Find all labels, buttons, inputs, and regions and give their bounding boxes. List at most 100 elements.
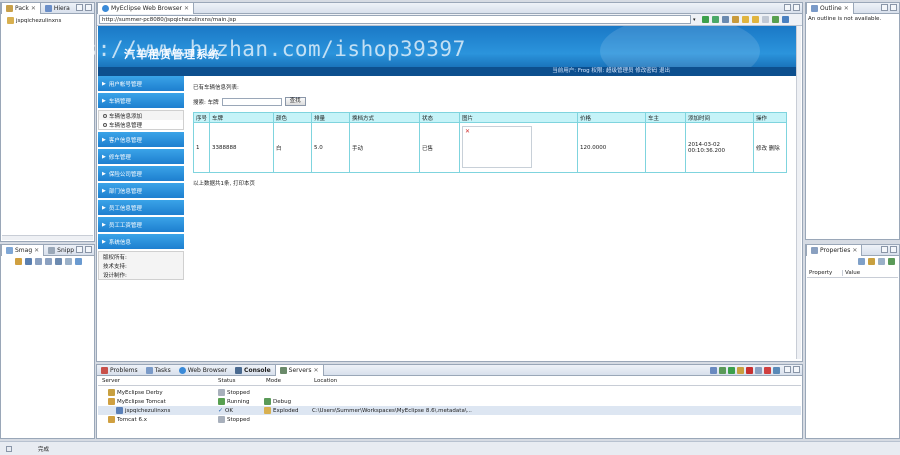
close-icon[interactable]: ✕: [313, 367, 318, 374]
maximize-icon[interactable]: [890, 4, 897, 11]
remove-icon[interactable]: [764, 367, 771, 374]
menu-user-accounts[interactable]: ▶ 用户帐号管理: [98, 76, 184, 91]
col-server: Server: [102, 378, 121, 384]
minimize-icon[interactable]: [881, 4, 888, 11]
settings-icon[interactable]: [731, 16, 739, 23]
server-row[interactable]: MyEclipse Derby Stopped: [98, 388, 801, 397]
maximize-icon[interactable]: [793, 366, 800, 373]
home-icon[interactable]: [781, 16, 789, 23]
server-row[interactable]: MyEclipse Tomcat Running Debug: [98, 397, 801, 406]
zoom-in-icon[interactable]: [35, 258, 42, 265]
cell-color: 白: [273, 122, 312, 173]
restore-icon[interactable]: [878, 258, 885, 265]
system-title: 汽车租赁管理系统: [124, 48, 220, 61]
zoom-out-icon[interactable]: [45, 258, 52, 265]
close-icon[interactable]: ✕: [852, 247, 857, 254]
menu-repair[interactable]: ▶ 修车管理: [98, 149, 184, 164]
outline-message: An outline is not available.: [808, 16, 882, 22]
filter-icon[interactable]: [868, 258, 875, 265]
cell-price: 120.0000: [577, 122, 646, 173]
maximize-icon[interactable]: [890, 246, 897, 253]
deploy-icon[interactable]: [773, 367, 780, 374]
tab-package-explorer[interactable]: Pack ✕: [1, 2, 41, 14]
tree-item-project[interactable]: jspqichezulinxns: [7, 17, 61, 24]
view-controls: [76, 4, 92, 11]
outline-panel: Outline ✕ An outline is not available.: [805, 2, 900, 240]
server-row[interactable]: jspqichezulinxns ✓ OK Exploded C:\Users\S…: [98, 406, 801, 415]
url-input[interactable]: http://summer-pc8080/jspqichezulinxns/ma…: [99, 15, 691, 24]
minimize-icon[interactable]: [76, 4, 83, 11]
tab-web-browser-bottom[interactable]: Web Browser: [175, 365, 231, 376]
tab-tasks[interactable]: Tasks: [142, 365, 175, 376]
debug-icon[interactable]: [719, 367, 726, 374]
cell-displacement: 5.0: [311, 122, 350, 173]
maximize-icon[interactable]: [85, 4, 92, 11]
servers-list: MyEclipse Derby Stopped MyEclipse Tomcat…: [98, 388, 801, 424]
search-button[interactable]: 查找: [284, 97, 306, 106]
tab-console[interactable]: Console: [231, 365, 275, 376]
vertical-scrollbar[interactable]: [796, 26, 801, 359]
tab-properties[interactable]: Properties ✕: [806, 244, 863, 256]
tab-servers[interactable]: Servers ✕: [274, 364, 324, 376]
menu-icon[interactable]: [888, 258, 895, 265]
minimize-icon[interactable]: [784, 366, 791, 373]
view-controls: [881, 4, 897, 11]
minimize-icon[interactable]: [881, 246, 888, 253]
close-icon[interactable]: ✕: [34, 247, 39, 254]
refresh-icon[interactable]: [75, 258, 82, 265]
table-header-row: 序号 车牌 颜色 排量 换档方式 状态 图片 价格 车主 添加时间 操作: [193, 112, 787, 123]
menu-department[interactable]: ▶ 部门信息管理: [98, 183, 184, 198]
profile-icon[interactable]: [737, 367, 744, 374]
debug-run-icon[interactable]: [711, 16, 719, 23]
stop-server-icon[interactable]: [746, 367, 753, 374]
status-icon: [6, 445, 12, 452]
minimize-icon[interactable]: [76, 246, 83, 253]
fit-icon[interactable]: [55, 258, 62, 265]
grid-icon[interactable]: [65, 258, 72, 265]
minimize-icon[interactable]: [784, 4, 791, 11]
categories-icon[interactable]: [858, 258, 865, 265]
snippets-toolbar: [15, 258, 82, 265]
forward-icon[interactable]: [751, 16, 759, 23]
back-icon[interactable]: [741, 16, 749, 23]
dropdown-icon[interactable]: ▾: [693, 17, 696, 23]
close-icon[interactable]: ✕: [844, 5, 849, 12]
tab-outline[interactable]: Outline ✕: [806, 2, 854, 14]
cell-no: 1: [193, 122, 210, 173]
start-icon[interactable]: [728, 367, 735, 374]
tab-web-browser[interactable]: MyEclipse Web Browser ✕: [97, 2, 195, 14]
menu-customer[interactable]: ▶ 客户信息管理: [98, 132, 184, 147]
go-icon[interactable]: [701, 16, 709, 23]
horizontal-scrollbar[interactable]: [2, 235, 93, 240]
restart-icon[interactable]: [710, 367, 717, 374]
submenu-manage-vehicle[interactable]: 车辆信息管理: [99, 120, 183, 129]
menu-system-info[interactable]: ▶ 系统信息: [98, 234, 184, 249]
search-input[interactable]: [221, 97, 282, 106]
save-icon[interactable]: [25, 258, 32, 265]
publish-icon[interactable]: [755, 367, 762, 374]
menu-vehicle[interactable]: ▶ 车辆管理: [98, 93, 184, 108]
menu-salary[interactable]: ▶ 员工工资管理: [98, 217, 184, 232]
server-row[interactable]: Tomcat 6.x Stopped: [98, 415, 801, 424]
close-icon[interactable]: ✕: [31, 5, 36, 12]
close-icon[interactable]: ✕: [184, 5, 189, 12]
bottom-tabbar: Problems Tasks Web Browser Console Serve…: [97, 364, 802, 376]
maximize-icon[interactable]: [85, 246, 92, 253]
submenu-add-vehicle[interactable]: 车辆信息添加: [99, 111, 183, 120]
col-image: 图片: [459, 112, 578, 123]
view-controls: [881, 246, 897, 253]
pin-icon[interactable]: [15, 258, 22, 265]
tab-hierarchy[interactable]: Hiera: [41, 3, 74, 14]
tools-icon[interactable]: [721, 16, 729, 23]
menu-insurance[interactable]: ▶ 保险公司管理: [98, 166, 184, 181]
menu-employee[interactable]: ▶ 员工信息管理: [98, 200, 184, 215]
folder-icon: [264, 407, 271, 414]
refresh-icon[interactable]: [771, 16, 779, 23]
tab-smag[interactable]: Smag ✕: [1, 244, 45, 256]
tab-problems[interactable]: Problems: [97, 365, 142, 376]
maximize-icon[interactable]: [793, 4, 800, 11]
stop-icon[interactable]: [761, 16, 769, 23]
col-color: 颜色: [273, 112, 312, 123]
tab-snippets[interactable]: Snipp: [44, 245, 78, 256]
cell-operations[interactable]: 修改 删除: [753, 122, 787, 173]
